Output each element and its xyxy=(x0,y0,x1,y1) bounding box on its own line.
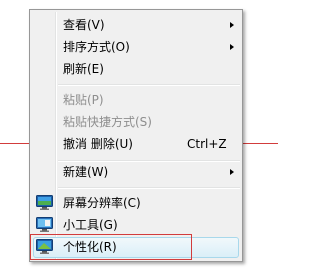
gadgets-icon xyxy=(36,217,53,232)
desktop-context-menu: 查看(V) 排序方式(O) 刷新(E) 粘贴(P) 粘贴快捷方式(S) 撤消 删… xyxy=(29,9,243,262)
menu-item-gadgets-label: 小工具(G) xyxy=(63,218,118,232)
menu-item-gadgets[interactable]: 小工具(G) xyxy=(32,214,240,236)
menu-item-paste-label: 粘贴(P) xyxy=(63,93,104,107)
menu-item-new[interactable]: 新建(W) xyxy=(32,161,240,183)
menu-item-refresh[interactable]: 刷新(E) xyxy=(32,58,240,80)
menu-item-paste: 粘贴(P) xyxy=(32,89,240,111)
menu-item-undo-delete-shortcut: Ctrl+Z xyxy=(187,137,227,151)
menu-separator xyxy=(58,187,240,189)
menu-item-paste-shortcut: 粘贴快捷方式(S) xyxy=(32,111,240,133)
menu-item-undo-delete[interactable]: 撤消 删除(U) Ctrl+Z xyxy=(32,133,240,155)
annotation-highlight-box xyxy=(30,234,192,260)
menu-item-view-label: 查看(V) xyxy=(63,18,105,32)
menu-separator xyxy=(58,84,240,86)
menu-item-new-label: 新建(W) xyxy=(63,165,109,179)
submenu-arrow-icon xyxy=(230,22,234,28)
submenu-arrow-icon xyxy=(230,44,234,50)
submenu-arrow-icon xyxy=(230,169,234,175)
menu-item-refresh-label: 刷新(E) xyxy=(63,62,104,76)
menu-item-undo-delete-label: 撤消 删除(U) xyxy=(63,137,133,151)
menu-item-screen-resolution[interactable]: 屏幕分辨率(C) xyxy=(32,192,240,214)
monitor-icon xyxy=(36,195,53,210)
menu-item-sort[interactable]: 排序方式(O) xyxy=(32,36,240,58)
menu-item-view[interactable]: 查看(V) xyxy=(32,14,240,36)
menu-item-paste-shortcut-label: 粘贴快捷方式(S) xyxy=(63,115,152,129)
menu-item-screen-resolution-label: 屏幕分辨率(C) xyxy=(63,196,141,210)
menu-item-sort-label: 排序方式(O) xyxy=(63,40,130,54)
